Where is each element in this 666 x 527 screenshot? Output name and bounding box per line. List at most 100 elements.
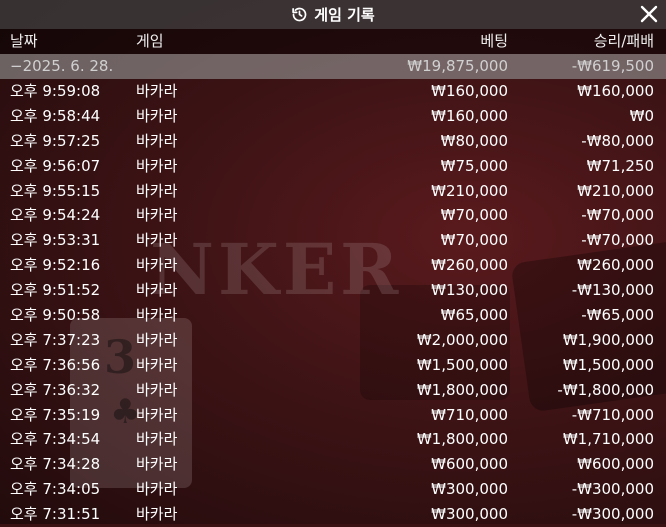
row-bet: ₩160,000 [431,82,508,100]
close-button[interactable] [638,3,660,25]
table-header: 날짜 게임 베팅 승리/패배 [0,29,666,54]
row-result: ₩1,900,000 [562,330,654,349]
dialog-title: 게임 기록 [314,6,375,24]
row-game: 바카라 [136,405,178,424]
row-result: ₩160,000 [577,82,654,100]
row-game: 바카라 [136,206,178,225]
row-bet: ₩70,000 [440,231,508,250]
row-bet: ₩1,800,000 [416,380,508,399]
row-result: -₩70,000 [581,206,654,225]
row-bet: ₩710,000 [431,405,508,424]
history-row[interactable]: 오후 9:54:24 바카라 ₩70,000 -₩70,000 [0,203,666,228]
row-game: 바카라 [136,480,178,499]
row-time: 오후 7:36:32 [10,380,101,399]
row-game: 바카라 [136,256,178,275]
column-header-bet[interactable]: 베팅 [480,29,508,54]
history-row[interactable]: 오후 9:50:58 바카라 ₩65,000 -₩65,000 [0,303,666,328]
row-result: ₩71,250 [586,156,654,175]
row-bet: ₩65,000 [440,306,508,325]
row-game: 바카라 [136,330,178,349]
row-bet: ₩70,000 [440,206,508,225]
game-history-panel: 게임 기록 날짜 게임 베팅 승리/패배 −2025. 6. 28. ₩19,8… [0,0,666,524]
history-row[interactable]: 오후 7:34:54 바카라 ₩1,800,000 ₩1,710,000 [0,427,666,452]
row-result: ₩210,000 [577,181,654,200]
row-result: -₩80,000 [581,131,654,150]
row-game: 바카라 [136,181,178,200]
row-bet: ₩2,000,000 [416,330,508,349]
history-row[interactable]: 오후 7:34:28 바카라 ₩600,000 ₩600,000 [0,452,666,477]
column-header-game[interactable]: 게임 [136,29,164,54]
row-game: 바카라 [136,106,178,125]
row-bet: ₩130,000 [431,281,508,300]
row-game: 바카라 [136,156,178,175]
row-result: ₩600,000 [577,455,654,474]
row-time: 오후 9:52:16 [10,256,101,275]
row-time: 오후 7:34:54 [10,430,101,449]
history-row[interactable]: 오후 7:36:32 바카라 ₩1,800,000 -₩1,800,000 [0,378,666,403]
row-result: ₩1,500,000 [562,355,654,374]
history-row[interactable]: 오후 9:59:08 바카라 ₩160,000 ₩160,000 [0,79,666,104]
row-game: 바카라 [136,505,178,524]
row-bet: ₩300,000 [431,505,508,524]
row-bet: ₩260,000 [431,256,508,275]
row-time: 오후 9:51:52 [10,281,101,300]
row-time: 오후 7:34:05 [10,480,101,499]
history-list: 오후 9:59:08 바카라 ₩160,000 ₩160,000 오후 9:58:44 바… [0,79,666,527]
row-time: 오후 7:31:51 [10,505,101,524]
row-game: 바카라 [136,231,178,250]
row-bet: ₩300,000 [431,480,508,499]
history-icon [291,6,308,23]
row-time: 오후 9:56:07 [10,156,101,175]
row-time: 오후 9:59:08 [10,82,101,100]
row-time: 오후 9:53:31 [10,231,101,250]
row-result: -₩710,000 [571,405,654,424]
row-time: 오후 7:35:19 [10,405,101,424]
history-row[interactable]: 오후 7:37:23 바카라 ₩2,000,000 ₩1,900,000 [0,328,666,353]
history-row[interactable]: 오후 7:35:19 바카라 ₩710,000 -₩710,000 [0,403,666,428]
history-row[interactable]: 오후 7:34:05 바카라 ₩300,000 -₩300,000 [0,477,666,502]
row-time: 오후 9:54:24 [10,206,101,225]
row-result: -₩300,000 [571,480,654,499]
column-header-date[interactable]: 날짜 [10,29,38,54]
history-row[interactable]: 오후 9:53:31 바카라 ₩70,000 -₩70,000 [0,228,666,253]
row-bet: ₩160,000 [431,106,508,125]
row-game: 바카라 [136,355,178,374]
row-time: 오후 7:34:28 [10,455,101,474]
row-game: 바카라 [136,281,178,300]
row-time: 오후 9:50:58 [10,306,101,325]
row-bet: ₩210,000 [431,181,508,200]
row-bet: ₩1,800,000 [416,430,508,449]
row-result: ₩1,710,000 [562,430,654,449]
history-row[interactable]: 오후 9:58:44 바카라 ₩160,000 ₩0 [0,104,666,129]
row-bet: ₩80,000 [440,131,508,150]
row-result: -₩65,000 [581,306,654,325]
row-time: 오후 7:37:23 [10,330,101,349]
row-time: 오후 9:58:44 [10,106,101,125]
row-result: -₩130,000 [571,281,654,300]
row-result: -₩300,000 [571,505,654,524]
history-row[interactable]: 오후 9:55:15 바카라 ₩210,000 ₩210,000 [0,179,666,204]
history-row[interactable]: 오후 7:31:51 바카라 ₩300,000 -₩300,000 [0,502,666,527]
history-row[interactable]: 오후 7:36:56 바카라 ₩1,500,000 ₩1,500,000 [0,353,666,378]
row-bet: ₩1,500,000 [416,355,508,374]
date-group-row[interactable]: −2025. 6. 28. ₩19,875,000 -₩619,500 [0,54,666,79]
row-game: 바카라 [136,306,178,325]
close-icon [638,3,660,25]
row-bet: ₩600,000 [431,455,508,474]
row-result: -₩1,800,000 [557,380,654,399]
title-group: 게임 기록 [291,4,375,25]
history-row[interactable]: 오후 9:56:07 바카라 ₩75,000 ₩71,250 [0,154,666,179]
row-bet: ₩75,000 [440,156,508,175]
group-date: −2025. 6. 28. [10,57,114,75]
column-header-result[interactable]: 승리/패배 [594,29,654,54]
row-game: 바카라 [136,430,178,449]
history-row[interactable]: 오후 9:52:16 바카라 ₩260,000 ₩260,000 [0,253,666,278]
row-game: 바카라 [136,455,178,474]
history-row[interactable]: 오후 9:57:25 바카라 ₩80,000 -₩80,000 [0,129,666,154]
group-result-total: -₩619,500 [571,57,654,75]
row-time: 오후 9:57:25 [10,131,101,150]
row-result: -₩70,000 [581,231,654,250]
row-time: 오후 7:36:56 [10,355,101,374]
row-result: ₩0 [629,106,654,125]
history-row[interactable]: 오후 9:51:52 바카라 ₩130,000 -₩130,000 [0,278,666,303]
